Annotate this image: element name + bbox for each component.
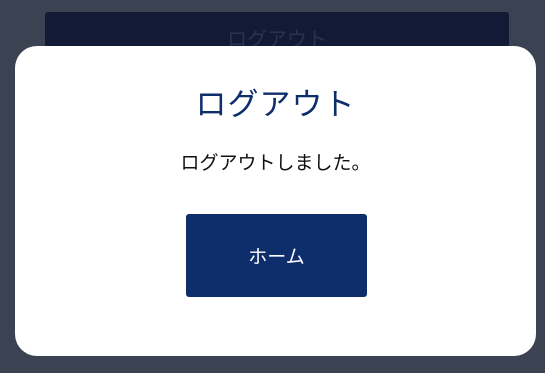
dialog-title: ログアウト — [195, 87, 356, 123]
home-button[interactable]: ホーム — [186, 214, 367, 297]
dialog-message: ログアウトしました。 — [180, 152, 371, 174]
logout-dialog: ログアウト ログアウトしました。 ホーム — [15, 46, 536, 356]
